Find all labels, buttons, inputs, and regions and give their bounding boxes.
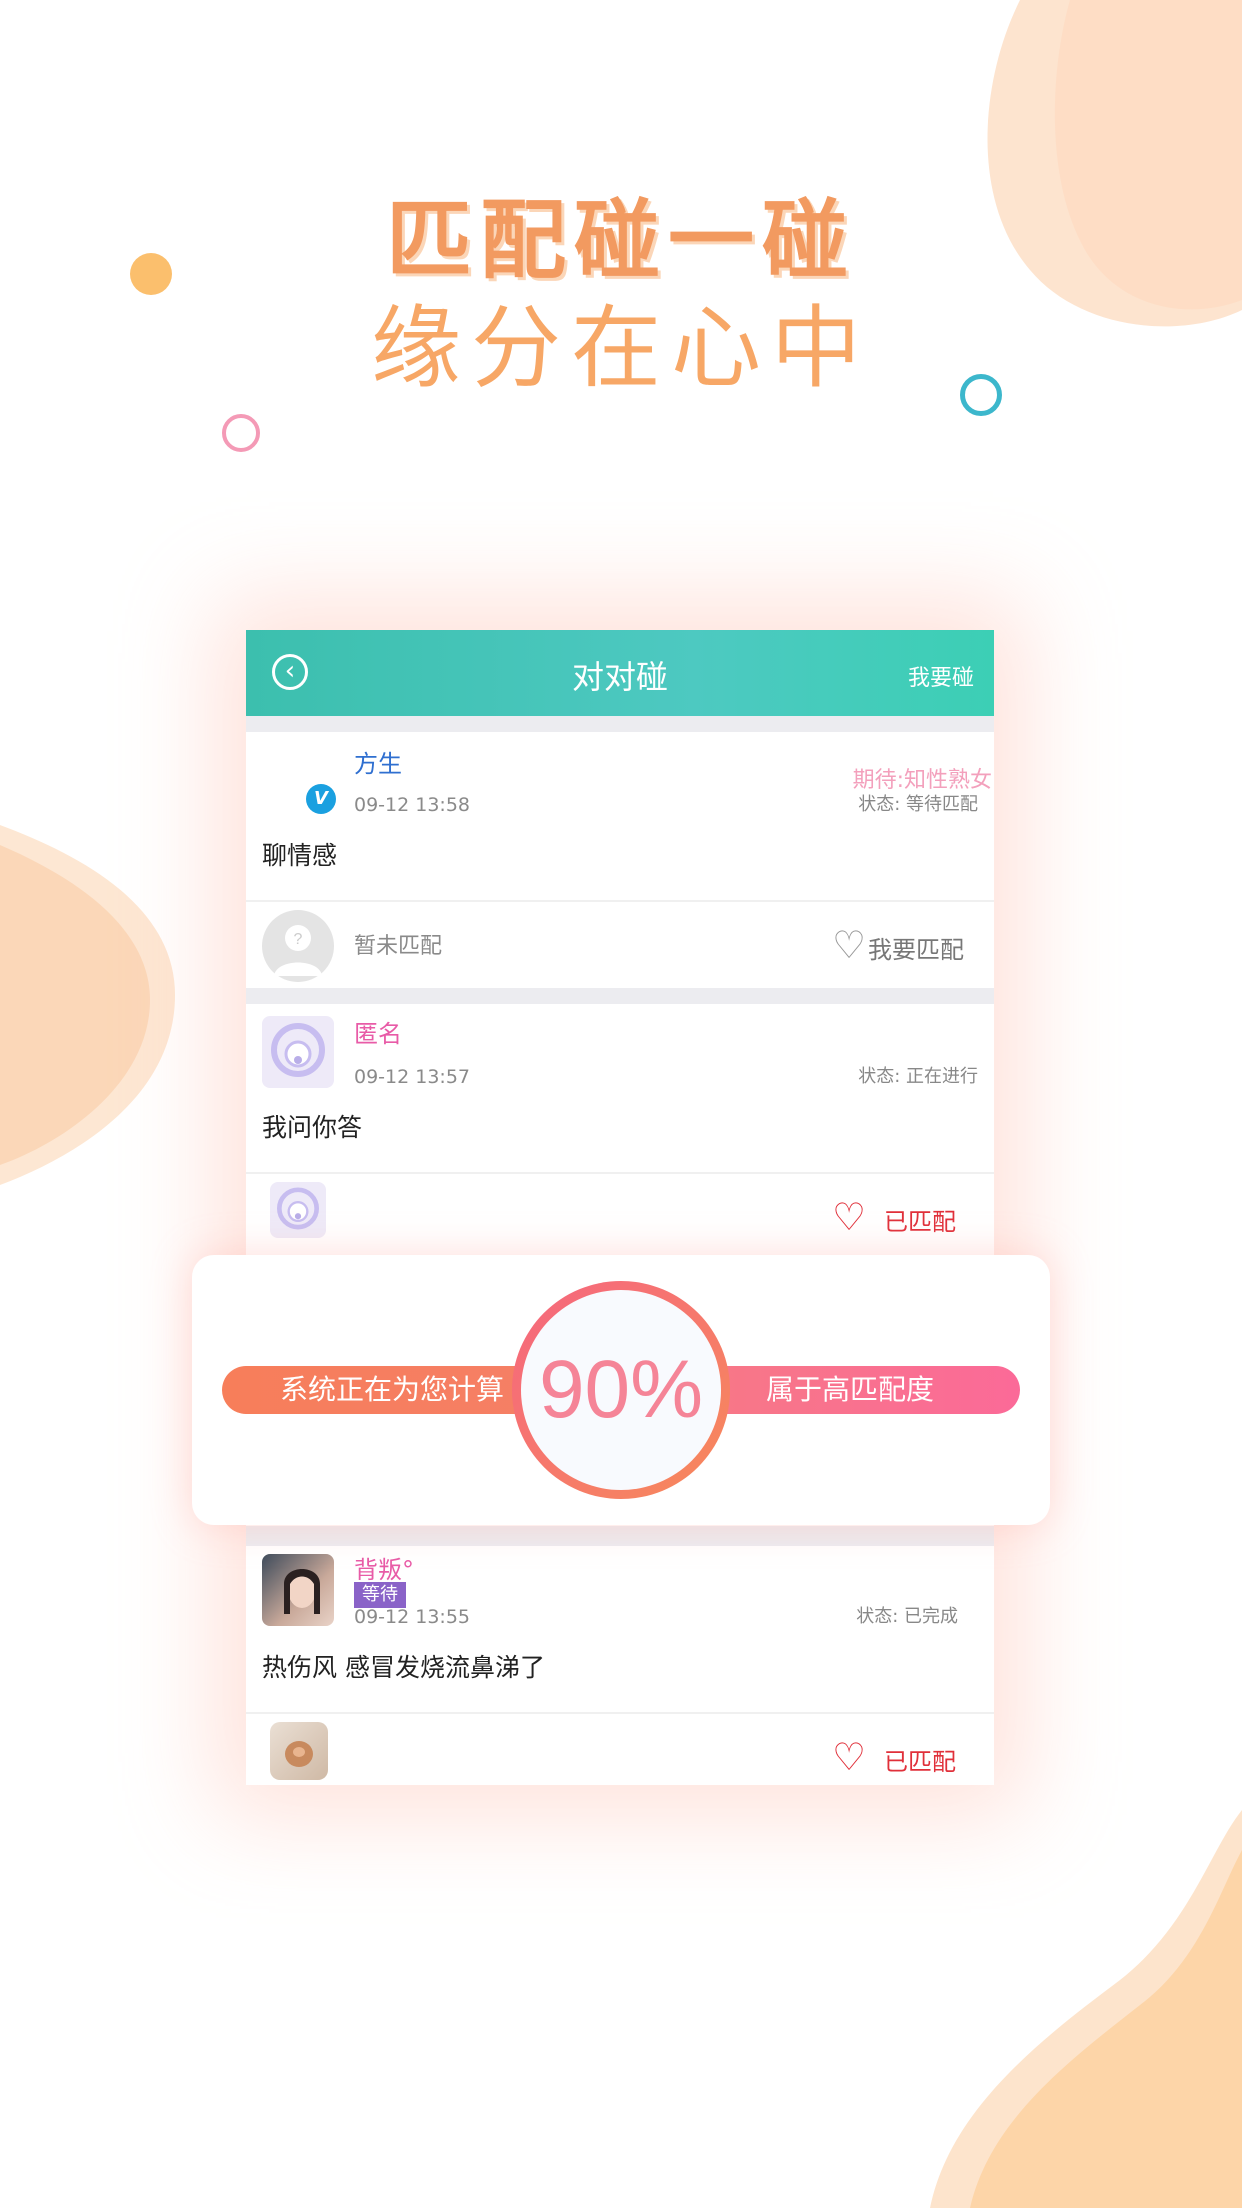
list-item[interactable]: V 方生 09-12 13:58 期待:知性熟女 状态: 等待匹配 聊情感 ? …	[246, 732, 994, 988]
match-status-text: 暂未匹配	[354, 934, 443, 959]
user-photo-icon	[285, 1741, 313, 1767]
list-item[interactable]: 背叛° 等待 09-12 13:55 状态: 已完成 热伤风 感冒发烧流鼻涕了 …	[246, 1546, 994, 1785]
matched-avatar	[270, 1182, 326, 1238]
post-time: 09-12 13:58	[354, 794, 471, 816]
verified-v-icon: V	[306, 784, 336, 814]
want-match-button[interactable]: 我要匹配	[868, 930, 964, 965]
heart-outline-icon[interactable]: ♡	[832, 926, 866, 964]
post-content: 我问你答	[262, 1113, 363, 1142]
svg-text:?: ?	[294, 931, 303, 948]
heart-outline-icon[interactable]: ♡	[832, 1198, 866, 1236]
navbar: ‹ 对对碰 我要碰	[246, 630, 994, 716]
divider	[246, 900, 994, 902]
status-badge: 状态: 已完成	[856, 1606, 958, 1627]
status-badge: 状态: 等待匹配	[858, 794, 978, 815]
post-time: 09-12 13:57	[354, 1066, 471, 1088]
app-screen: ‹ 对对碰 我要碰 V 方生 09-12 13:58 期待:知性熟女 状态: 等…	[246, 630, 994, 1785]
decor-ring-pink	[222, 414, 260, 452]
promo-subheadline: 缘分在心中	[371, 296, 871, 401]
author-name[interactable]: 匿名	[354, 1014, 402, 1049]
page-title: 对对碰	[571, 658, 668, 696]
post-content: 聊情感	[262, 841, 338, 870]
post-content: 热伤风 感冒发烧流鼻涕了	[262, 1653, 545, 1682]
match-calculation-popup: 系统正在为您计算 属于高匹配度 90%	[192, 1255, 1050, 1525]
status-badge: 状态: 正在进行	[858, 1066, 978, 1087]
placeholder-avatar: ?	[262, 910, 334, 982]
matched-label: 已匹配	[884, 1208, 956, 1236]
author-name[interactable]: 方生	[354, 744, 402, 779]
decor-blob-bottom-right	[930, 1810, 1242, 2208]
divider	[246, 1712, 994, 1714]
match-percent-ring: 90%	[512, 1281, 730, 1499]
divider	[246, 1172, 994, 1174]
avatar[interactable]	[262, 1554, 334, 1626]
section-gap	[246, 1526, 994, 1546]
waiting-tag: 等待	[354, 1582, 406, 1608]
list-item[interactable]: 匿名 09-12 13:57 状态: 正在进行 我问你答 ♡ 已匹配	[246, 1004, 994, 1260]
match-percent: 90%	[521, 1290, 721, 1490]
heart-outline-icon[interactable]: ♡	[832, 1738, 866, 1776]
author-name[interactable]: 背叛°	[354, 1550, 414, 1585]
decor-blob-left	[0, 825, 175, 1185]
matched-label: 已匹配	[884, 1748, 956, 1776]
anonymous-avatar-icon	[271, 1023, 325, 1077]
high-match-label: 属于高匹配度	[680, 1366, 1020, 1414]
anonymous-avatar-icon	[277, 1187, 319, 1230]
section-gap	[246, 716, 994, 732]
avatar[interactable]	[262, 1016, 334, 1088]
user-silhouette-icon: ?	[274, 925, 322, 976]
want-match-button[interactable]: 我要碰	[908, 660, 974, 692]
matched-avatar	[270, 1722, 328, 1780]
calculating-label: 系统正在为您计算	[222, 1366, 562, 1414]
section-gap	[246, 988, 994, 1004]
post-time: 09-12 13:55	[354, 1606, 471, 1628]
user-photo-icon	[284, 1569, 320, 1614]
